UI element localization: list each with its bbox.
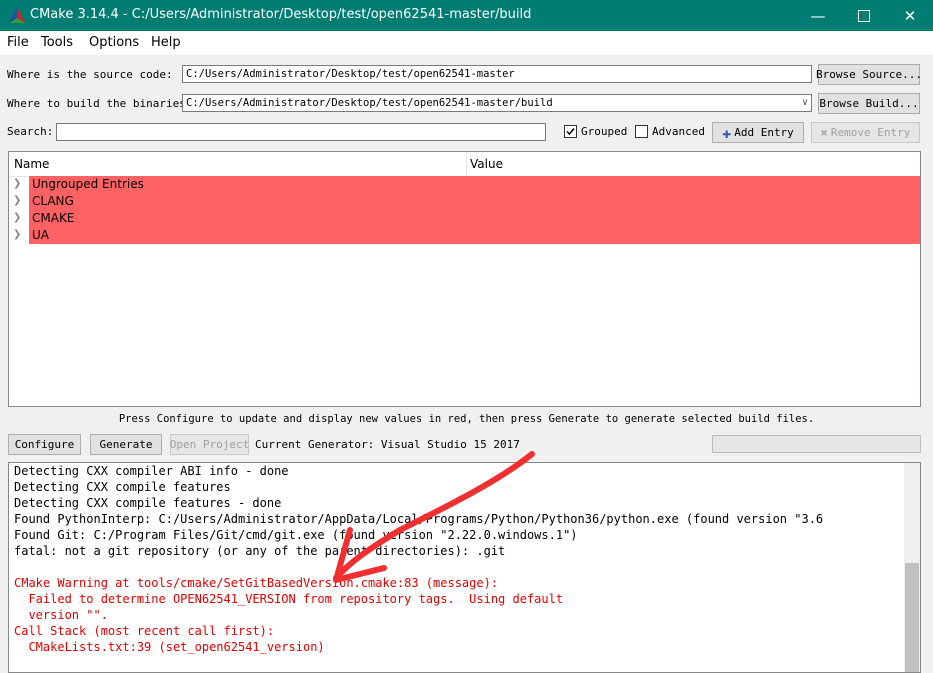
build-path-value: C:/Users/Administrator/Desktop/test/open…	[186, 97, 553, 109]
expand-arrow-icon[interactable]: ❯	[13, 212, 21, 223]
expand-arrow-icon[interactable]: ❯	[13, 195, 21, 206]
minimize-icon: —	[810, 6, 826, 25]
maximize-button[interactable]	[841, 0, 887, 31]
expand-arrow-icon[interactable]: ❯	[13, 229, 21, 240]
log-line-warning: Call Stack (most recent call first):	[14, 624, 275, 638]
group-label: CMAKE	[29, 210, 920, 227]
column-separator	[466, 152, 467, 176]
remove-entry-label: Remove Entry	[830, 126, 911, 139]
menu-bar: File Tools Options Help	[0, 31, 933, 55]
advanced-label: Advanced	[652, 125, 705, 138]
grouped-label: Grouped	[581, 125, 628, 138]
advanced-checkbox[interactable]	[635, 125, 648, 138]
minimize-button[interactable]: —	[795, 0, 841, 31]
browse-source-button[interactable]: Browse Source...	[816, 64, 922, 85]
log-line-warning: version "".	[14, 608, 108, 622]
log-line-warning: Failed to determine OPEN62541_VERSION fr…	[14, 592, 564, 606]
generate-button[interactable]: Generate	[90, 434, 162, 455]
tree-header: Name Value	[9, 152, 920, 177]
log-line: Detecting CXX compile features	[14, 480, 231, 494]
group-label: CLANG	[29, 193, 920, 210]
title-bar: CMake 3.14.4 - C:/Users/Administrator/De…	[0, 0, 933, 31]
expand-arrow-icon[interactable]: ❯	[13, 178, 21, 189]
menu-tools[interactable]: Tools	[41, 35, 73, 50]
current-generator: Current Generator: Visual Studio 15 2017	[255, 438, 520, 451]
tree-row[interactable]: ❯ CMAKE	[9, 210, 920, 227]
log-line: Detecting CXX compile features - done	[14, 496, 282, 510]
scrollbar-thumb[interactable]	[905, 563, 919, 672]
source-path-input[interactable]: C:/Users/Administrator/Desktop/test/open…	[182, 65, 812, 83]
chevron-down-icon[interactable]: ∨	[802, 95, 808, 111]
tree-row[interactable]: ❯ UA	[9, 227, 920, 244]
log-line: fatal: not a git repository (or any of t…	[14, 544, 506, 558]
remove-entry-button[interactable]: ✖ Remove Entry	[811, 122, 920, 143]
cmake-logo-icon	[9, 7, 25, 28]
configure-hint: Press Configure to update and display ne…	[118, 413, 815, 425]
output-scrollbar[interactable]	[904, 463, 920, 672]
build-path-combo[interactable]: C:/Users/Administrator/Desktop/test/open…	[182, 94, 812, 112]
remove-icon: ✖	[820, 125, 828, 140]
close-icon: ✕	[903, 6, 917, 25]
log-line: Found Git: C:/Program Files/Git/cmd/git.…	[14, 528, 578, 542]
close-button[interactable]: ✕	[887, 0, 933, 31]
cache-entries-tree[interactable]: Name Value ❯ Ungrouped Entries ❯ CLANG ❯…	[8, 151, 921, 407]
tree-row[interactable]: ❯ Ungrouped Entries	[9, 176, 920, 193]
window-title: CMake 3.14.4 - C:/Users/Administrator/De…	[30, 7, 532, 22]
add-entry-label: Add Entry	[734, 126, 794, 139]
maximize-icon	[858, 9, 870, 22]
column-value-header[interactable]: Value	[470, 157, 503, 171]
configure-button[interactable]: Configure	[8, 434, 81, 455]
progress-bar	[712, 435, 921, 453]
log-line-warning: CMake Warning at tools/cmake/SetGitBased…	[14, 576, 499, 590]
check-icon	[566, 128, 575, 136]
menu-help[interactable]: Help	[151, 35, 181, 50]
open-project-button[interactable]: Open Project	[170, 434, 249, 455]
add-entry-button[interactable]: ✚ Add Entry	[712, 122, 804, 143]
menu-options[interactable]: Options	[89, 35, 139, 50]
column-name-header[interactable]: Name	[14, 157, 49, 171]
tree-row[interactable]: ❯ CLANG	[9, 193, 920, 210]
search-input[interactable]	[56, 123, 546, 141]
log-line: Found PythonInterp: C:/Users/Administrat…	[14, 512, 824, 526]
grouped-checkbox[interactable]	[564, 125, 577, 138]
output-log[interactable]: Detecting CXX compiler ABI info - done D…	[8, 462, 921, 673]
log-line: Detecting CXX compiler ABI info - done	[14, 464, 289, 478]
plus-icon: ✚	[722, 123, 732, 142]
menu-file[interactable]: File	[7, 35, 29, 50]
log-line-warning: CMakeLists.txt:39 (set_open62541_version…	[14, 640, 325, 654]
source-label: Where is the source code:	[7, 68, 173, 81]
build-label: Where to build the binaries:	[7, 97, 193, 110]
browse-build-button[interactable]: Browse Build...	[818, 93, 920, 114]
search-label: Search:	[7, 125, 54, 138]
group-label: Ungrouped Entries	[29, 176, 920, 193]
group-label: UA	[29, 227, 920, 244]
